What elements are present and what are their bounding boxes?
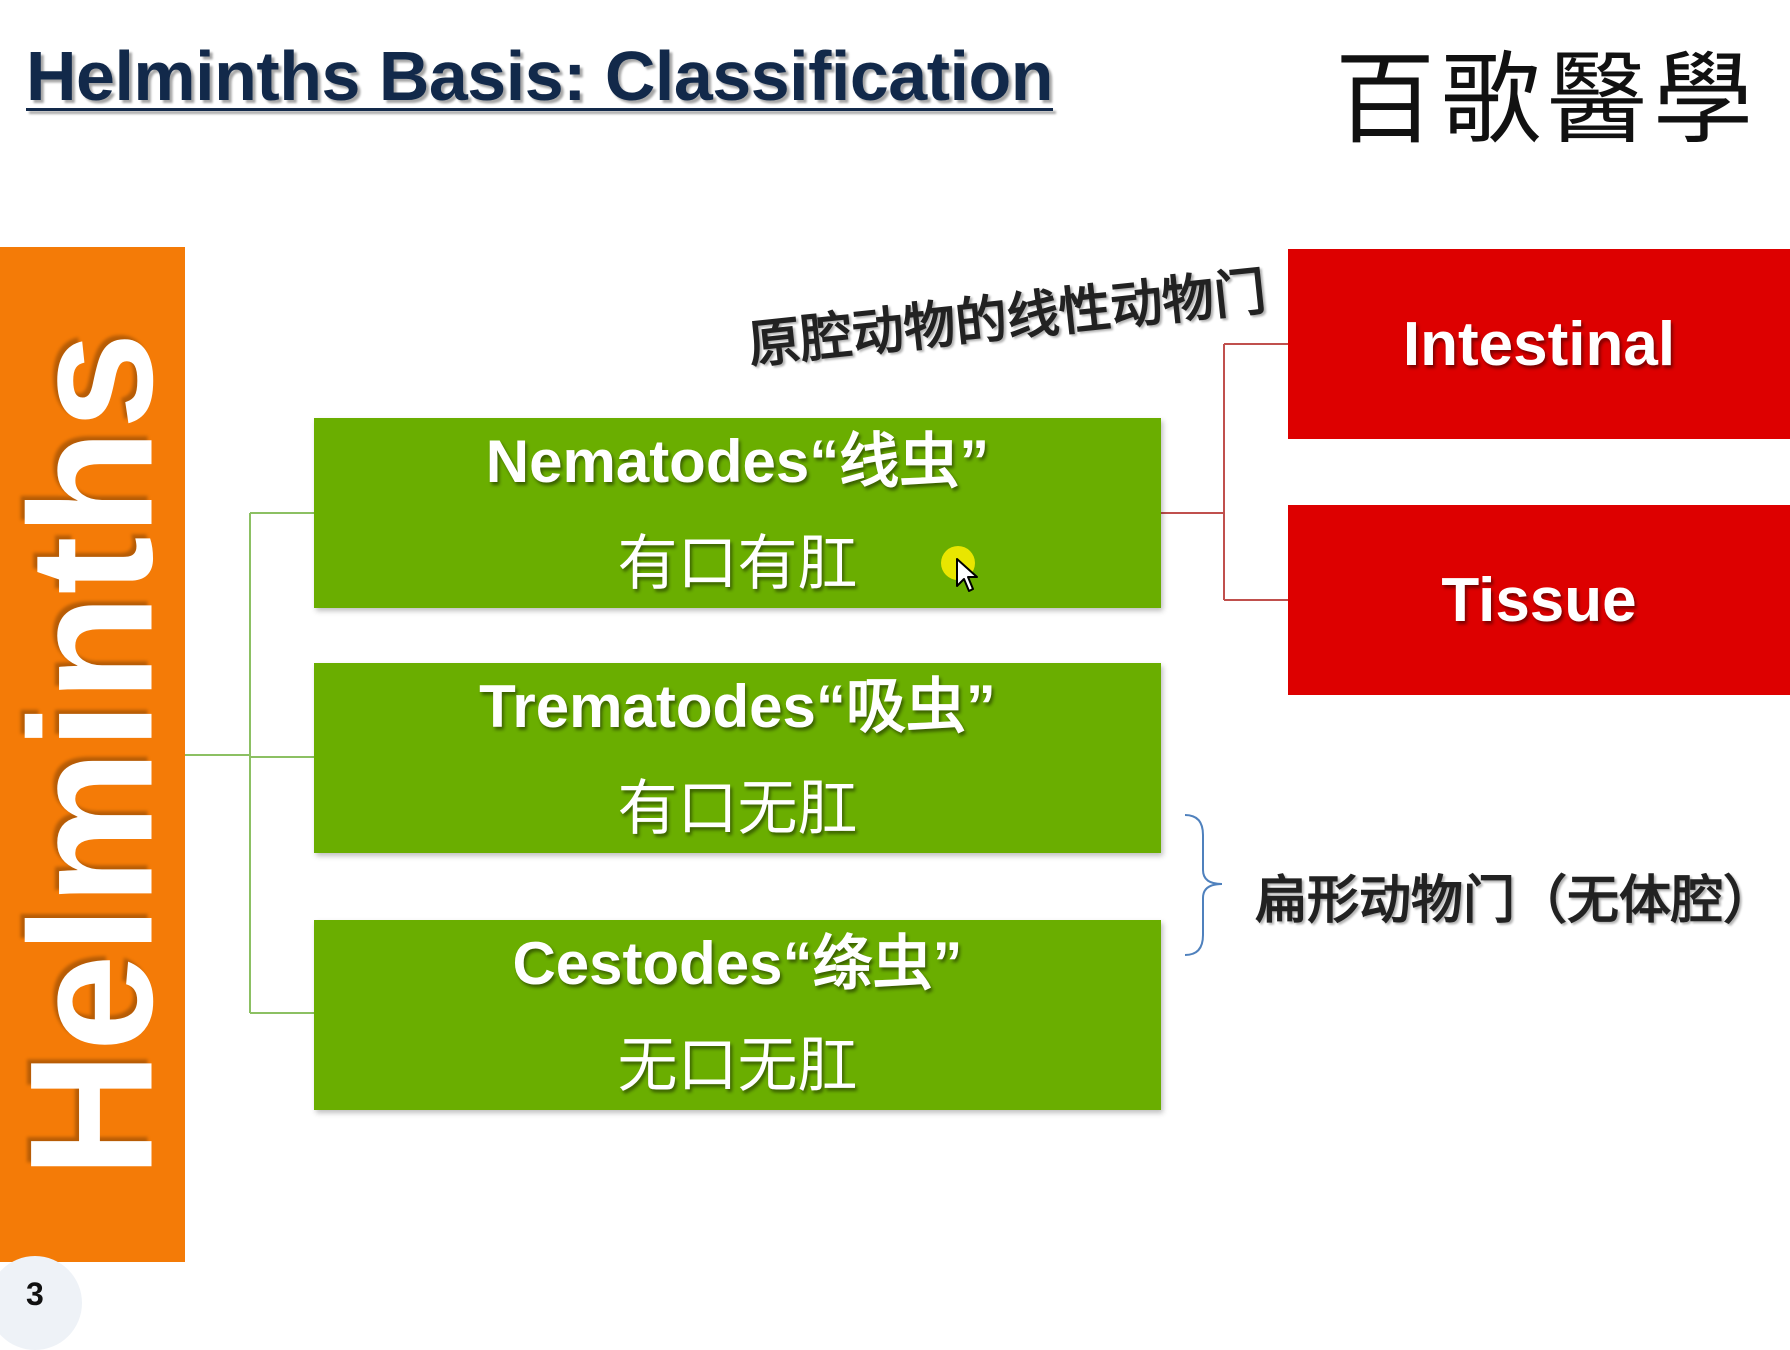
trematodes-feature: 有口无肛: [617, 775, 858, 842]
cestodes-box: Cestodes“绦虫” 无口无肛: [314, 920, 1161, 1110]
flatworm-brace-icon: [1184, 814, 1223, 956]
page-number: 3: [26, 1276, 44, 1312]
trematodes-box: Trematodes“吸虫” 有口无肛: [314, 663, 1161, 853]
mouse-pointer-icon: [956, 558, 978, 592]
intestinal-box: Intestinal: [1288, 249, 1790, 439]
cestodes-feature: 无口无肛: [617, 1032, 858, 1099]
nematodes-box: Nematodes“线虫” 有口有肛: [314, 418, 1161, 608]
nematodes-feature: 有口有肛: [617, 530, 858, 597]
tissue-box: Tissue: [1288, 505, 1790, 695]
trematodes-name: Trematodes“吸虫”: [479, 673, 996, 740]
cestodes-name: Cestodes“绦虫”: [512, 930, 963, 997]
red-connector-lines: [1161, 343, 1288, 601]
tissue-label: Tissue: [1441, 565, 1637, 635]
flatworm-phylum-note: 扁形动物门（无体腔）: [1255, 872, 1776, 930]
nematodes-name: Nematodes“线虫”: [485, 428, 990, 495]
green-connector-lines: [185, 512, 314, 1014]
intestinal-label: Intestinal: [1402, 309, 1676, 379]
